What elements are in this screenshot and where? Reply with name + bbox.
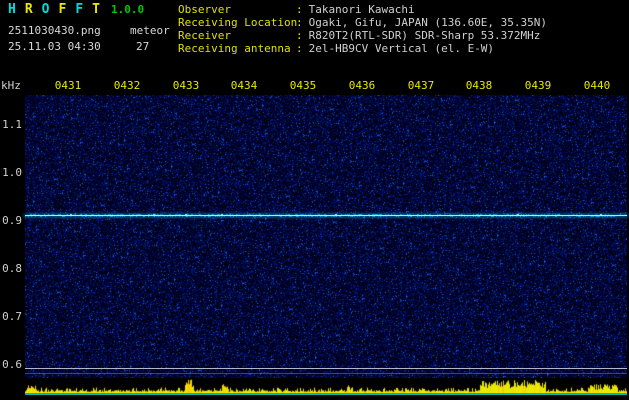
- app-title-letter: F: [58, 2, 67, 17]
- freq-tick-label: 0.6: [2, 358, 22, 371]
- time-tick-label: 0440: [583, 79, 611, 92]
- time-tick-label: 0437: [407, 79, 435, 92]
- freq-tick-label: 0.7: [2, 310, 22, 323]
- time-tick-label: 0439: [524, 79, 552, 92]
- app-title-letter: T: [92, 2, 100, 17]
- time-tick-label: 0434: [230, 79, 258, 92]
- version-label: 1.0.0: [110, 3, 145, 16]
- info-row-antenna: Receiving antenna:2el-HB9CV Vertical (el…: [178, 42, 547, 55]
- time-tick-label: 0433: [172, 79, 200, 92]
- info-row-observer: Observer: Takanori Kawachi: [178, 3, 547, 16]
- separator: :: [296, 16, 303, 29]
- info-label: Receiving antenna: [178, 42, 291, 55]
- freq-tick-label: 0.8: [2, 262, 22, 275]
- freq-tick-label: 0.9: [2, 214, 22, 227]
- level-baseline-line: [25, 393, 627, 395]
- app-title-letter: H: [8, 2, 16, 17]
- interference-line-2: [25, 373, 627, 374]
- info-value: R820T2(RTL-SDR) SDR-Sharp 53.372MHz: [308, 29, 541, 42]
- datetime-label: 25.11.03 04:30: [8, 40, 101, 53]
- time-tick-label: 0438: [465, 79, 493, 92]
- app-title-letter: R: [24, 2, 33, 17]
- spectrogram-canvas: [25, 95, 627, 378]
- info-row-location: Receiving Location: Ogaki, Gifu, JAPAN (1…: [178, 16, 547, 29]
- separator: :: [296, 29, 303, 42]
- freq-unit-label: kHz: [1, 79, 21, 92]
- info-label: Observer: [178, 3, 231, 16]
- station-info: Observer: Takanori Kawachi Receiving Loca…: [178, 3, 547, 55]
- freq-tick-label: 1.1: [2, 118, 22, 131]
- freq-tick-label: 1.0: [2, 166, 22, 179]
- info-label: Receiver: [178, 29, 231, 42]
- hrofft-window: H R O F F T 1.0.0 2511030430.png meteor 25.11.…: [0, 0, 629, 400]
- app-title-letter: F: [75, 2, 84, 17]
- separator: :: [296, 3, 303, 16]
- interference-line-1: [25, 368, 627, 369]
- info-label: Receiving Location: [178, 16, 298, 29]
- time-tick-label: 0436: [348, 79, 376, 92]
- filename-label: 2511030430.png: [8, 24, 101, 37]
- time-tick-label: 0431: [54, 79, 82, 92]
- time-tick-label: 0435: [289, 79, 317, 92]
- info-row-receiver: Receiver: R820T2(RTL-SDR) SDR-Sharp 53.37…: [178, 29, 547, 42]
- carrier-line: [25, 215, 627, 216]
- app-title: H R O F F T 1.0.0: [8, 2, 144, 17]
- separator: :: [296, 42, 303, 55]
- info-value: Takanori Kawachi: [308, 3, 415, 16]
- echo-count-label: 27: [136, 40, 150, 53]
- info-value: 2el-HB9CV Vertical (el. E-W): [308, 42, 495, 55]
- time-tick-label: 0432: [113, 79, 141, 92]
- app-title-letter: O: [41, 2, 50, 17]
- mode-label: meteor: [130, 24, 170, 37]
- info-value: Ogaki, Gifu, JAPAN (136.60E, 35.35N): [308, 16, 548, 29]
